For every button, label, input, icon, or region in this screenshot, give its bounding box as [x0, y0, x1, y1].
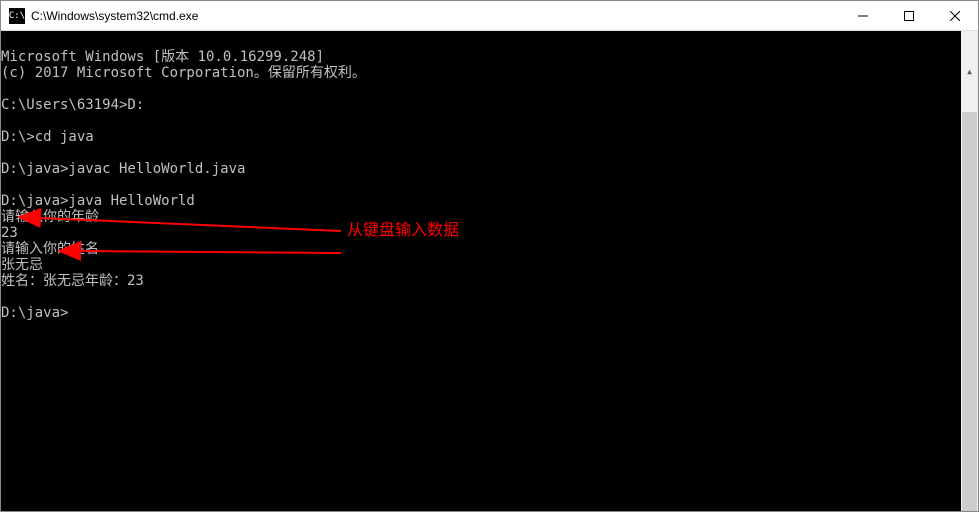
- terminal-line: D:\>cd java: [1, 129, 94, 145]
- scrollbar-up-arrow[interactable]: ▲: [961, 63, 978, 80]
- terminal-output[interactable]: Microsoft Windows [版本 10.0.16299.248] (c…: [1, 31, 978, 511]
- terminal-line: Microsoft Windows [版本 10.0.16299.248]: [1, 49, 324, 65]
- annotation-label: 从键盘输入数据: [347, 223, 459, 239]
- maximize-icon: [904, 11, 914, 21]
- maximize-button[interactable]: [886, 1, 932, 31]
- terminal-line: D:\java>javac HelloWorld.java: [1, 161, 245, 177]
- terminal-line: C:\Users\63194>D:: [1, 97, 144, 113]
- window-titlebar: C:\ C:\Windows\system32\cmd.exe: [1, 1, 978, 31]
- vertical-scrollbar[interactable]: ▲ ▼: [961, 31, 978, 511]
- terminal-line: 请输入你的姓名: [1, 241, 99, 257]
- terminal-line: D:\java>: [1, 305, 68, 321]
- close-button[interactable]: [932, 1, 978, 31]
- scrollbar-thumb[interactable]: [962, 112, 977, 511]
- scrollbar-track[interactable]: [961, 112, 978, 511]
- terminal-line: 张无忌: [1, 257, 43, 273]
- window-controls: [840, 1, 978, 30]
- minimize-icon: [858, 11, 868, 21]
- terminal-line: D:\java>java HelloWorld: [1, 193, 195, 209]
- close-icon: [950, 11, 960, 21]
- minimize-button[interactable]: [840, 1, 886, 31]
- terminal-line: 23: [1, 225, 18, 241]
- annotation-arrow: [81, 251, 341, 253]
- terminal-line: 姓名：张无忌年龄：23: [1, 273, 144, 289]
- terminal-line: 请输入你的年龄: [1, 209, 99, 225]
- cmd-icon: C:\: [9, 8, 25, 24]
- terminal-line: (c) 2017 Microsoft Corporation。保留所有权利。: [1, 65, 366, 81]
- window-title: C:\Windows\system32\cmd.exe: [31, 9, 840, 23]
- annotation-layer: 从键盘输入数据: [1, 31, 978, 511]
